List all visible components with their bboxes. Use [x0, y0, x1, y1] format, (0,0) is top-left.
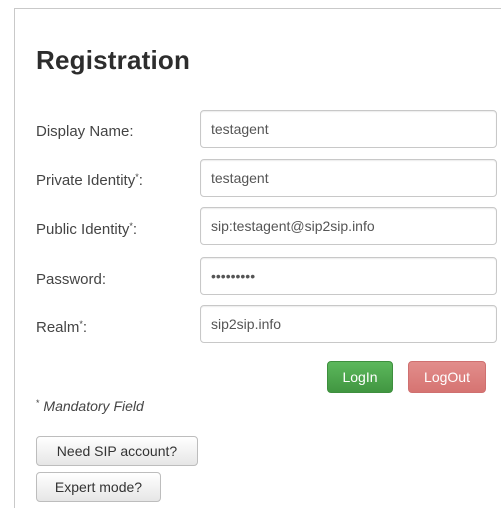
public-identity-label: Public Identity*:	[36, 221, 137, 238]
password-label: Password:	[36, 271, 106, 288]
display-name-label: Display Name:	[36, 123, 134, 140]
page-title: Registration	[36, 45, 191, 75]
label-colon: :	[138, 172, 143, 189]
realm-input[interactable]	[200, 305, 497, 343]
realm-label: Realm*:	[36, 319, 87, 336]
login-button[interactable]: LogIn	[327, 361, 393, 393]
label-colon: :	[132, 221, 138, 238]
display-name-label-text: Display Name:	[36, 123, 134, 140]
logout-button[interactable]: LogOut	[408, 361, 486, 393]
mandatory-field-note: * Mandatory Field	[36, 398, 144, 414]
private-identity-label-text: Private Identity	[36, 172, 136, 189]
public-identity-label-text: Public Identity	[36, 221, 130, 238]
need-sip-account-button[interactable]: Need SIP account?	[36, 436, 198, 466]
private-identity-label: Private Identity*:	[36, 172, 143, 189]
private-identity-input[interactable]	[200, 159, 497, 197]
expert-mode-button[interactable]: Expert mode?	[36, 472, 161, 502]
realm-label-text: Realm	[36, 319, 80, 336]
password-label-text: Password:	[36, 271, 107, 288]
display-name-input[interactable]	[200, 110, 497, 148]
public-identity-input[interactable]	[200, 207, 497, 245]
label-colon: :	[82, 319, 88, 336]
mandatory-note-text: Mandatory Field	[39, 398, 144, 414]
password-input[interactable]	[200, 257, 497, 295]
